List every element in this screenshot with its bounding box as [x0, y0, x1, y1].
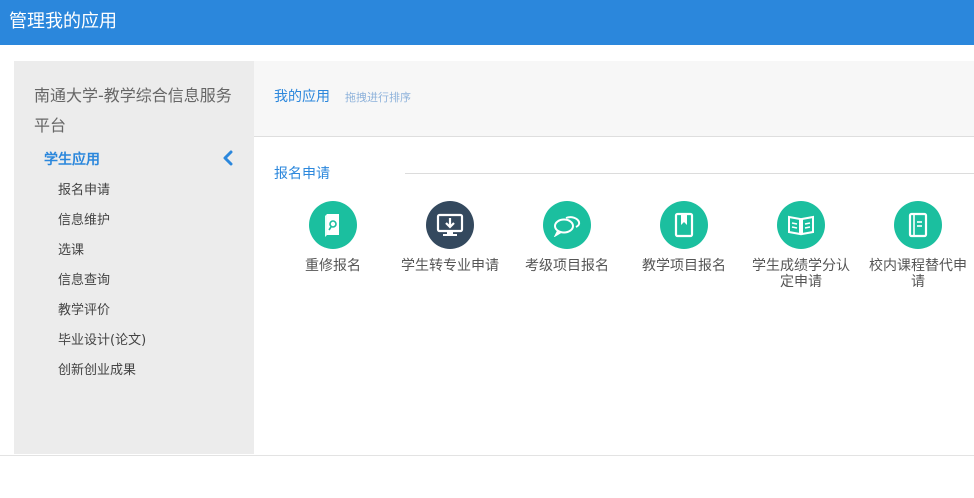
drag-sort-hint: 拖拽进行排序: [345, 91, 411, 104]
document-icon: [894, 201, 942, 249]
app-label: 学生成绩学分认定申请: [752, 258, 850, 290]
bottom-divider: [0, 455, 974, 456]
sidebar-item-graduation-design[interactable]: 毕业设计(论文): [58, 328, 146, 358]
app-grid: 重修报名 学生转专业申请 考级项目报名 教学项目报名 学生成绩学分认定申请 校内…: [281, 201, 974, 311]
app-course-substitution[interactable]: 校内课程替代申请: [866, 201, 970, 290]
site-title: 南通大学-教学综合信息服务平台: [34, 86, 232, 135]
app-label: 教学项目报名: [642, 258, 726, 274]
main-panel: 南通大学-教学综合信息服务平台 学生应用 报名申请 信息维护 选课 信息查询 教…: [14, 61, 974, 454]
app-teaching-project-registration[interactable]: 教学项目报名: [632, 201, 736, 274]
sidebar-item-innovation-results[interactable]: 创新创业成果: [58, 358, 146, 388]
monitor-download-icon: [426, 201, 474, 249]
bookmark-book-icon: [660, 201, 708, 249]
sidebar-item-registration[interactable]: 报名申请: [58, 178, 146, 208]
chevron-left-icon[interactable]: [222, 150, 234, 166]
chat-bubbles-icon: [543, 201, 591, 249]
sidebar-item-teaching-evaluation[interactable]: 教学评价: [58, 298, 146, 328]
app-label: 校内课程替代申请: [869, 258, 967, 290]
app-label: 学生转专业申请: [401, 258, 499, 274]
top-bar: 管理我的应用: [0, 0, 974, 45]
app-grade-exam-registration[interactable]: 考级项目报名: [515, 201, 619, 274]
app-label: 重修报名: [305, 258, 361, 274]
section-divider: [405, 173, 974, 174]
sidebar-menu: 报名申请 信息维护 选课 信息查询 教学评价 毕业设计(论文) 创新创业成果: [58, 178, 146, 388]
section-title: 报名申请: [274, 166, 330, 182]
my-apps-title: 我的应用: [274, 89, 330, 105]
sidebar-item-course-selection[interactable]: 选课: [58, 238, 146, 268]
content-header: 我的应用 拖拽进行排序: [254, 61, 974, 137]
sidebar-item-info-maintenance[interactable]: 信息维护: [58, 208, 146, 238]
app-major-transfer[interactable]: 学生转专业申请: [398, 201, 502, 274]
app-retake-registration[interactable]: 重修报名: [281, 201, 385, 274]
sidebar-group-student-apps[interactable]: 学生应用: [44, 149, 234, 169]
content-area: 我的应用 拖拽进行排序 报名申请 重修报名 学生转专业申请 考级项目报名 教学项…: [254, 61, 974, 454]
page-title: 管理我的应用: [9, 11, 117, 32]
sidebar-group-label: 学生应用: [44, 152, 100, 168]
app-credit-recognition[interactable]: 学生成绩学分认定申请: [749, 201, 853, 290]
retake-book-icon: [309, 201, 357, 249]
sidebar-item-info-query[interactable]: 信息查询: [58, 268, 146, 298]
app-label: 考级项目报名: [525, 258, 609, 274]
open-book-icon: [777, 201, 825, 249]
sidebar: 南通大学-教学综合信息服务平台 学生应用 报名申请 信息维护 选课 信息查询 教…: [14, 61, 254, 454]
